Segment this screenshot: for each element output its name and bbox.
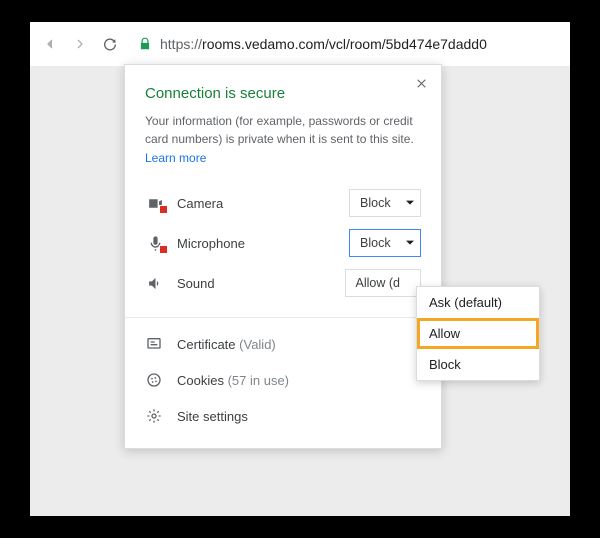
blocked-badge-icon bbox=[159, 245, 168, 254]
close-button[interactable] bbox=[411, 73, 431, 93]
certificate-status: (Valid) bbox=[239, 337, 276, 352]
certificate-row[interactable]: Certificate (Valid) bbox=[145, 326, 421, 362]
cookies-status: (57 in use) bbox=[228, 373, 289, 388]
site-settings-row[interactable]: Site settings bbox=[145, 398, 421, 434]
certificate-label: Certificate bbox=[177, 337, 236, 352]
menu-item-ask[interactable]: Ask (default) bbox=[417, 287, 539, 318]
cookie-icon bbox=[145, 372, 163, 388]
popover-description: Your information (for example, passwords… bbox=[145, 112, 421, 148]
permission-row-sound: Sound Allow (d bbox=[145, 263, 421, 303]
camera-select[interactable]: Block bbox=[349, 189, 421, 217]
permission-row-microphone: Microphone Block bbox=[145, 223, 421, 263]
cookies-row[interactable]: Cookies (57 in use) bbox=[145, 362, 421, 398]
camera-label: Camera bbox=[177, 196, 337, 211]
lock-icon[interactable] bbox=[138, 37, 152, 51]
browser-window: https://rooms.vedamo.com/vcl/room/5bd474… bbox=[30, 22, 570, 516]
address-bar[interactable]: https://rooms.vedamo.com/vcl/room/5bd474… bbox=[132, 36, 558, 52]
site-settings-label: Site settings bbox=[177, 409, 248, 424]
permission-row-camera: Camera Block bbox=[145, 183, 421, 223]
reload-button[interactable] bbox=[102, 36, 118, 52]
page-content-area: Connection is secure Your information (f… bbox=[30, 66, 570, 516]
back-button[interactable] bbox=[42, 36, 58, 52]
popover-title: Connection is secure bbox=[145, 85, 421, 102]
camera-icon bbox=[145, 193, 165, 213]
url-text: https://rooms.vedamo.com/vcl/room/5bd474… bbox=[160, 36, 487, 52]
sound-select[interactable]: Allow (d bbox=[345, 269, 421, 297]
learn-more-link[interactable]: Learn more bbox=[145, 151, 206, 165]
cookies-label: Cookies bbox=[177, 373, 224, 388]
permission-dropdown-menu: Ask (default) Allow Block bbox=[416, 286, 540, 381]
microphone-select[interactable]: Block bbox=[349, 229, 421, 257]
microphone-icon bbox=[145, 233, 165, 253]
browser-toolbar: https://rooms.vedamo.com/vcl/room/5bd474… bbox=[30, 22, 570, 66]
blocked-badge-icon bbox=[159, 205, 168, 214]
forward-button[interactable] bbox=[72, 36, 88, 52]
microphone-label: Microphone bbox=[177, 236, 337, 251]
certificate-icon bbox=[145, 336, 163, 352]
sound-label: Sound bbox=[177, 276, 333, 291]
site-info-popover: Connection is secure Your information (f… bbox=[124, 64, 442, 449]
sound-icon bbox=[145, 273, 165, 293]
menu-item-block[interactable]: Block bbox=[417, 349, 539, 380]
menu-item-allow[interactable]: Allow bbox=[417, 318, 539, 349]
chevron-down-icon bbox=[406, 239, 414, 247]
chevron-down-icon bbox=[406, 199, 414, 207]
divider bbox=[125, 317, 441, 318]
gear-icon bbox=[145, 408, 163, 424]
